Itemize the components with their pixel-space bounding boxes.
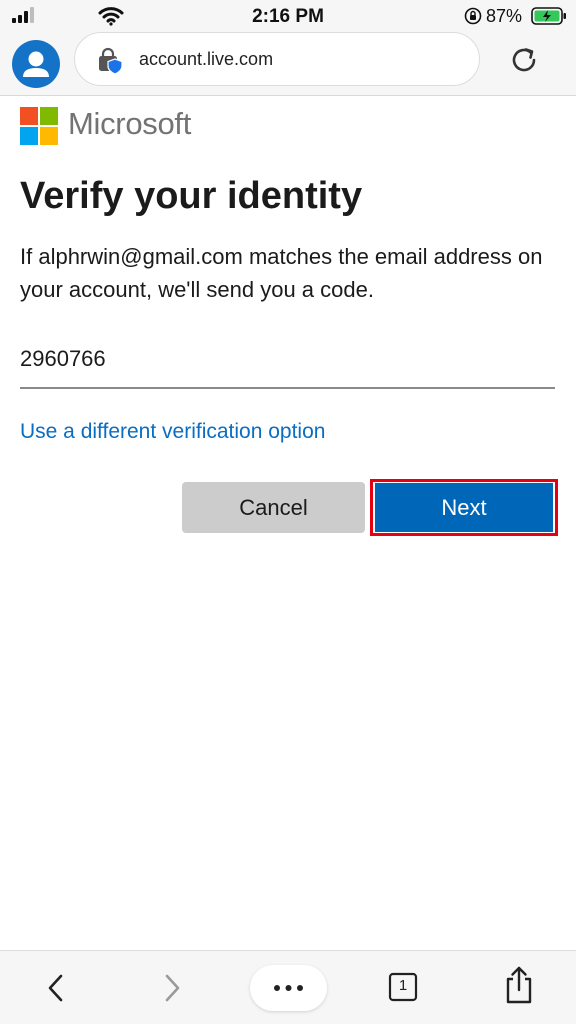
battery-charging-icon	[531, 7, 566, 25]
browser-bar: account.live.com	[0, 32, 576, 96]
cancel-button[interactable]: Cancel	[182, 482, 365, 533]
microsoft-logo-icon	[20, 107, 58, 145]
tab-count: 1	[398, 977, 408, 994]
share-icon[interactable]	[502, 965, 536, 1005]
browser-toolbar: 1	[0, 950, 576, 1024]
forward-icon[interactable]	[158, 971, 186, 1005]
brand-name: Microsoft	[68, 106, 192, 141]
page-title: Verify your identity	[20, 175, 363, 217]
reload-icon[interactable]	[506, 42, 542, 78]
back-icon[interactable]	[42, 971, 70, 1005]
different-verification-link[interactable]: Use a different verification option	[20, 420, 325, 444]
profile-button[interactable]	[12, 40, 60, 88]
site-lock-icon	[99, 47, 123, 75]
url-text: account.live.com	[139, 49, 274, 69]
profile-icon	[23, 51, 49, 77]
address-bar[interactable]: account.live.com	[74, 32, 480, 86]
verification-code-input[interactable]: 2960766	[20, 340, 555, 389]
battery-percent: 87%	[486, 6, 523, 26]
next-button[interactable]: Next	[375, 483, 553, 532]
orientation-lock-icon	[464, 7, 482, 25]
page-description: If alphrwin@gmail.com matches the email …	[20, 244, 543, 302]
tabs-button[interactable]: 1	[388, 971, 418, 1003]
status-bar: 2:16 PM 87%	[0, 0, 576, 32]
more-menu-button[interactable]	[250, 965, 327, 1011]
more-icon	[274, 985, 303, 991]
